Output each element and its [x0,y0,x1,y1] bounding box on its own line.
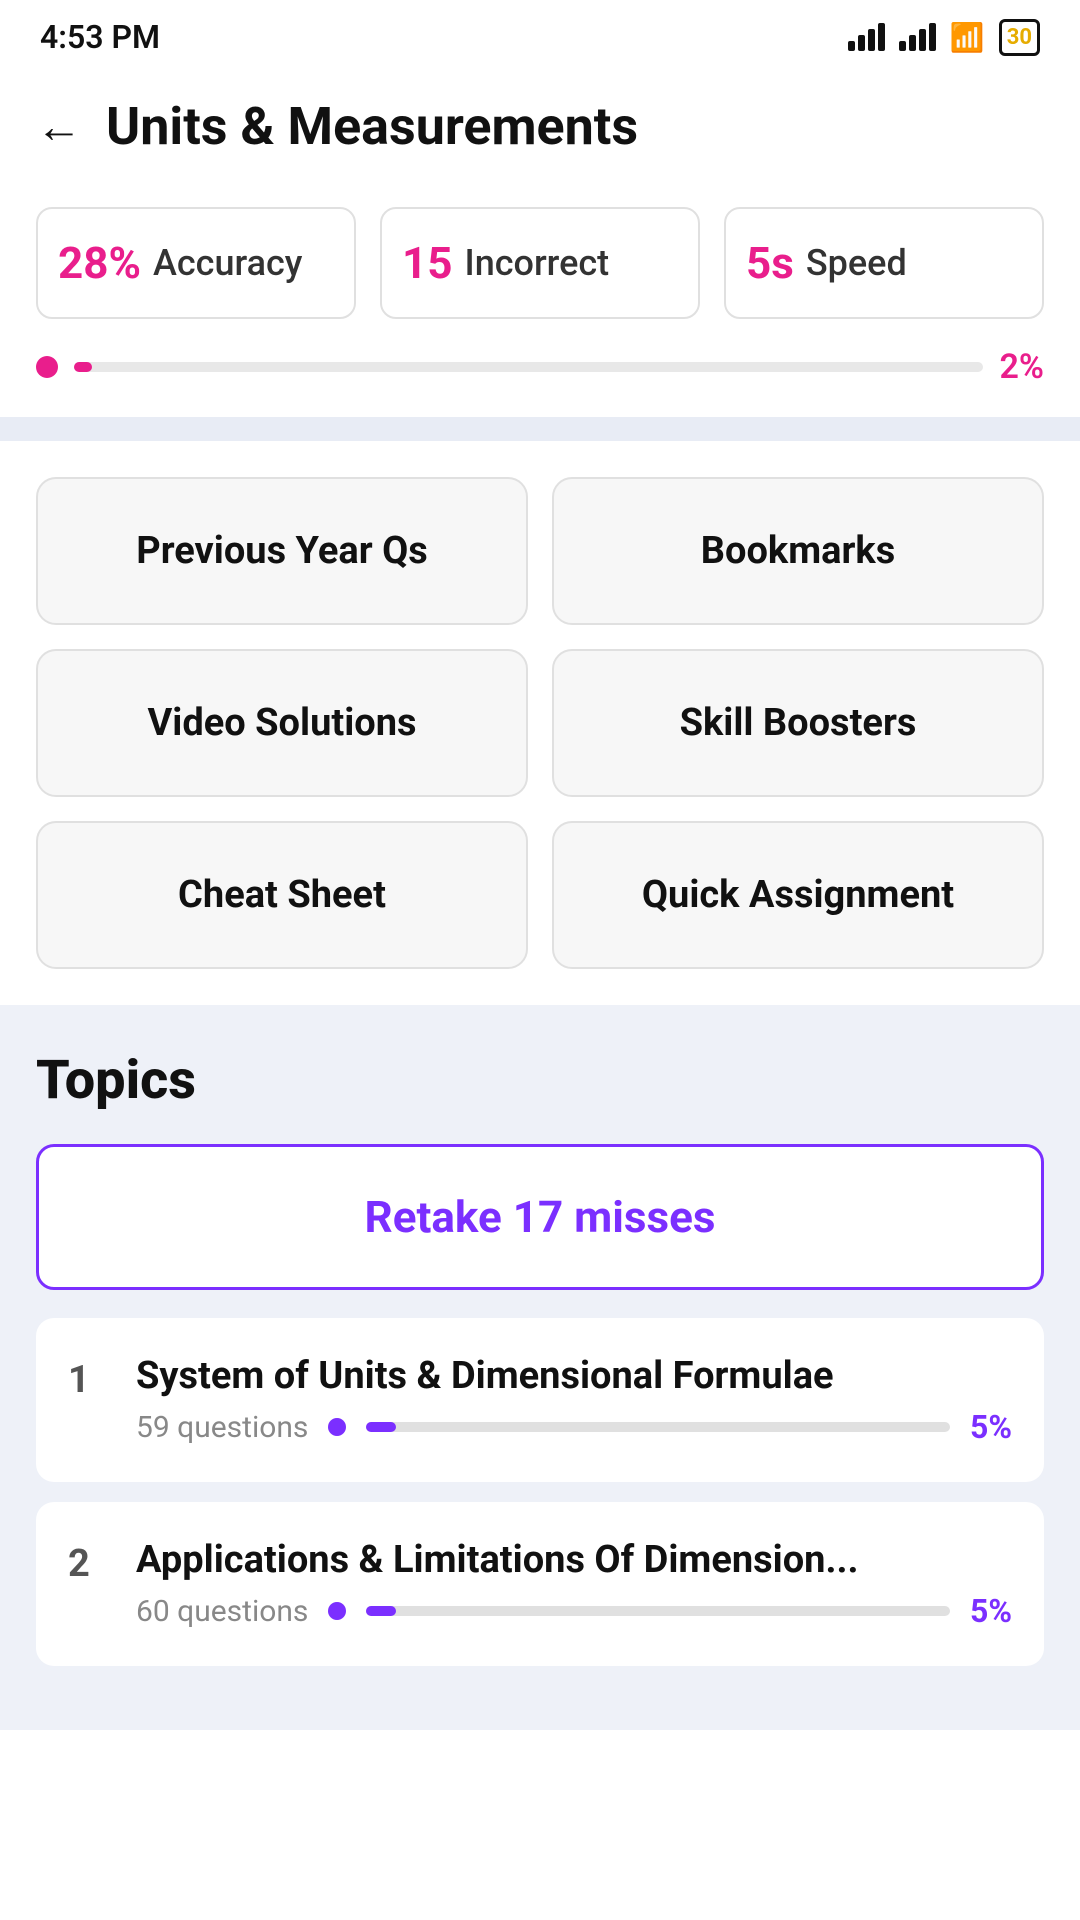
progress-track [74,362,983,372]
previous-year-qs-button[interactable]: Previous Year Qs [36,477,528,625]
signal-bars-1 [848,23,885,51]
topic-info-1: System of Units & Dimensional Formulae 5… [136,1354,1012,1446]
page-title: Units & Measurements [106,96,638,157]
topic-num-2: 2 [68,1542,112,1586]
topic-row-1: 1 System of Units & Dimensional Formulae… [68,1354,1012,1446]
status-bar: 4:53 PM 📶 30 [0,0,1080,66]
skill-boosters-button[interactable]: Skill Boosters [552,649,1044,797]
topic-progress-track-2 [366,1606,950,1616]
speed-value: 5s [746,237,794,289]
back-button[interactable]: ← [36,104,82,150]
progress-dot [36,356,58,378]
topic-meta-2: 60 questions 5% [136,1592,1012,1630]
accuracy-card: 28% Accuracy [36,207,356,319]
topic-pct-1: 5% [970,1408,1012,1446]
topics-section: Topics Retake 17 misses 1 System of Unit… [0,1005,1080,1730]
quick-assignment-button[interactable]: Quick Assignment [552,821,1044,969]
incorrect-value: 15 [402,237,453,289]
progress-percent: 2% [999,347,1044,387]
topic-num-1: 1 [68,1358,112,1402]
bookmarks-button[interactable]: Bookmarks [552,477,1044,625]
topic-progress-dot-2 [328,1602,346,1620]
accuracy-label: Accuracy [153,242,302,284]
topic-progress-fill-1 [366,1422,395,1432]
topic-progress-track-1 [366,1422,950,1432]
cheat-sheet-button[interactable]: Cheat Sheet [36,821,528,969]
topic-progress-fill-2 [366,1606,395,1616]
accuracy-value: 28% [58,237,141,289]
progress-section: 2% [0,347,1080,417]
topic-progress-dot-1 [328,1418,346,1436]
stats-section: 28% Accuracy 15 Incorrect 5s Speed [0,177,1080,319]
topic-name-1: System of Units & Dimensional Formulae [136,1354,1012,1398]
progress-fill [74,362,92,372]
topic-questions-1: 59 questions [136,1410,308,1445]
status-icons: 📶 30 [848,19,1040,56]
incorrect-label: Incorrect [465,242,610,284]
video-solutions-button[interactable]: Video Solutions [36,649,528,797]
topic-meta-1: 59 questions 5% [136,1408,1012,1446]
speed-label: Speed [806,242,907,284]
action-section: Previous Year Qs Bookmarks Video Solutio… [0,441,1080,969]
topic-name-2: Applications & Limitations Of Dimension.… [136,1538,1012,1582]
header: ← Units & Measurements [0,66,1080,177]
wifi-icon: 📶 [950,21,985,54]
incorrect-card: 15 Incorrect [380,207,700,319]
stats-row: 28% Accuracy 15 Incorrect 5s Speed [36,207,1044,319]
topics-heading: Topics [36,1049,1044,1112]
divider-band [0,417,1080,441]
speed-card: 5s Speed [724,207,1044,319]
retake-button[interactable]: Retake 17 misses [36,1144,1044,1290]
action-grid: Previous Year Qs Bookmarks Video Solutio… [36,477,1044,969]
signal-bars-2 [899,23,936,51]
topic-card-2[interactable]: 2 Applications & Limitations Of Dimensio… [36,1502,1044,1666]
topic-pct-2: 5% [970,1592,1012,1630]
topic-questions-2: 60 questions [136,1594,308,1629]
topic-row-2: 2 Applications & Limitations Of Dimensio… [68,1538,1012,1630]
status-time: 4:53 PM [40,18,160,56]
battery-indicator: 30 [999,19,1040,56]
topic-card-1[interactable]: 1 System of Units & Dimensional Formulae… [36,1318,1044,1482]
topic-info-2: Applications & Limitations Of Dimension.… [136,1538,1012,1630]
